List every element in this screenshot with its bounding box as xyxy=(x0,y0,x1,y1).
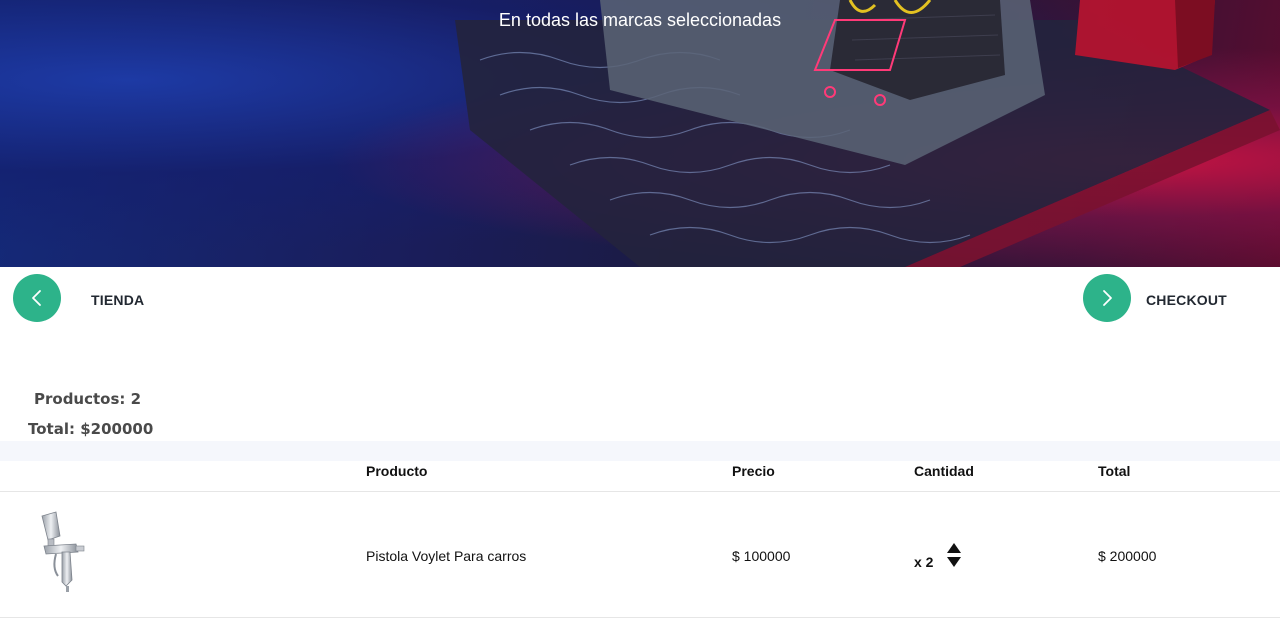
tienda-link[interactable]: TIENDA xyxy=(91,292,144,308)
hero-illustration xyxy=(455,0,1280,267)
chevron-right-icon xyxy=(1103,290,1112,306)
header-producto: Producto xyxy=(366,463,428,479)
hero-subtitle: En todas las marcas seleccionadas xyxy=(498,10,782,30)
table-top-band xyxy=(0,441,1280,461)
header-precio: Precio xyxy=(732,463,775,479)
product-price: $ 100000 xyxy=(732,548,791,564)
caret-down-icon[interactable] xyxy=(947,557,961,567)
header-cantidad: Cantidad xyxy=(914,463,974,479)
products-count: Productos: 2 xyxy=(34,390,142,408)
header-divider xyxy=(0,491,1280,492)
row-divider xyxy=(0,617,1280,618)
cart-total: Total: $200000 xyxy=(28,420,154,438)
back-button[interactable] xyxy=(13,274,61,322)
checkout-link[interactable]: CHECKOUT xyxy=(1146,292,1227,308)
spray-gun-image xyxy=(41,511,85,592)
product-image xyxy=(16,506,104,594)
product-name: Pistola Voylet Para carros xyxy=(366,548,527,564)
caret-up-icon[interactable] xyxy=(947,543,961,553)
forward-button[interactable] xyxy=(1083,274,1131,322)
product-quantity: x 2 xyxy=(914,554,934,570)
hero-banner: En todas las marcas seleccionadas xyxy=(0,0,1280,267)
quantity-stepper[interactable] xyxy=(947,543,961,567)
product-row-total: $ 200000 xyxy=(1098,548,1157,564)
chevron-left-icon xyxy=(32,290,41,306)
header-total: Total xyxy=(1098,463,1131,479)
